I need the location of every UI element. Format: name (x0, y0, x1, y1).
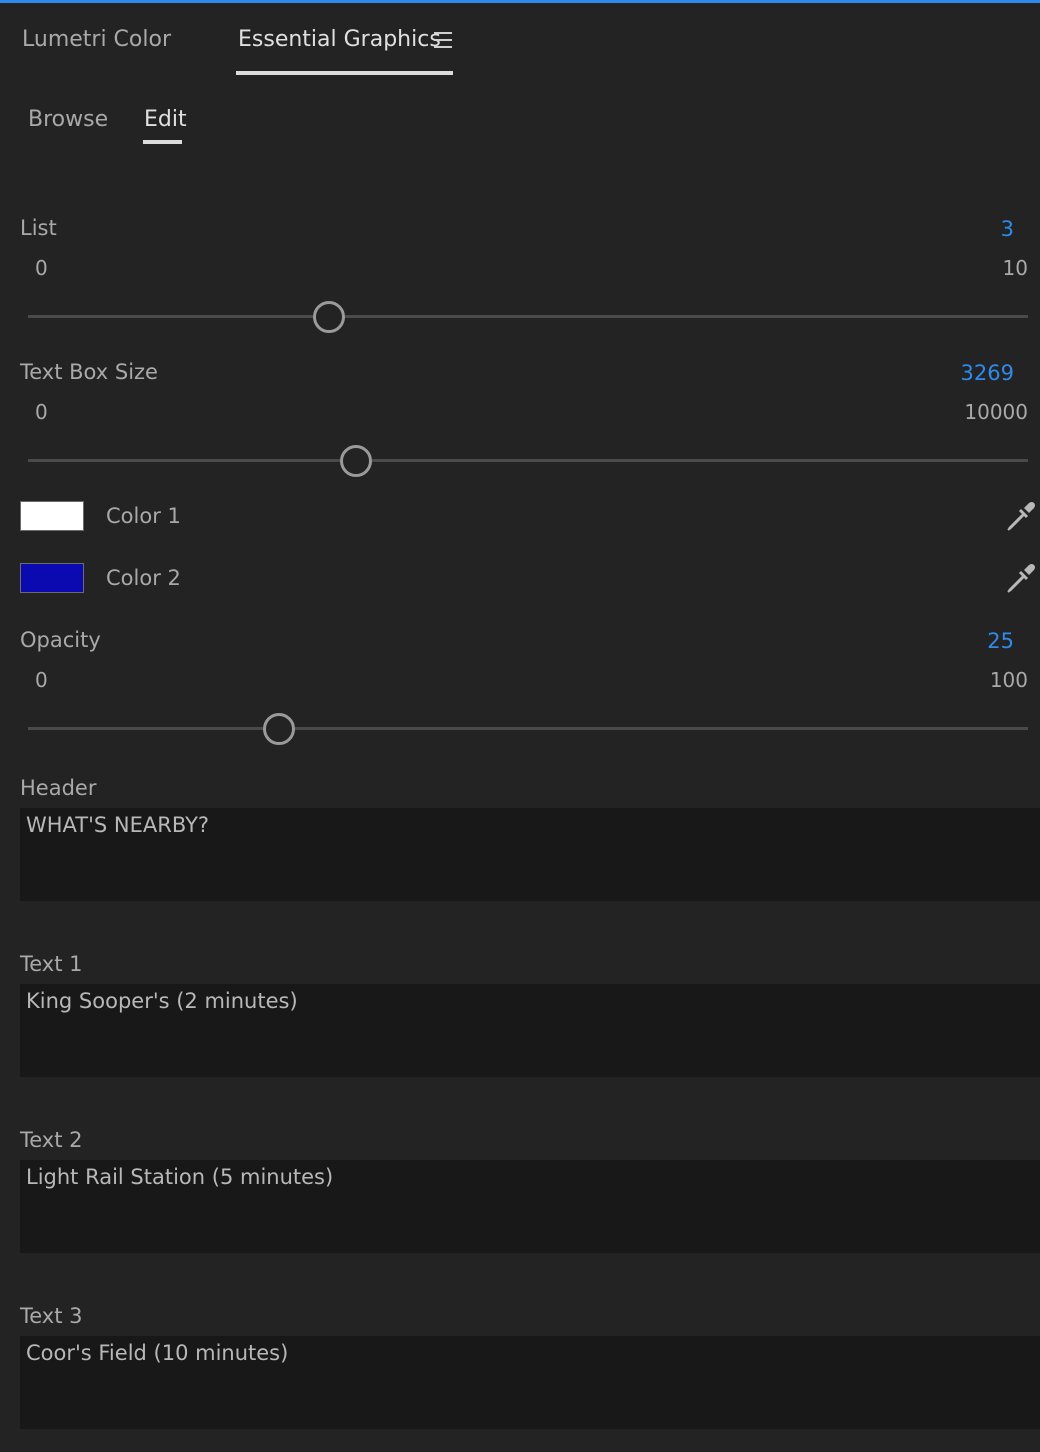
active-panel-tab-indicator (236, 71, 453, 75)
text-1-label: Text 1 (20, 952, 83, 976)
list-slider-thumb[interactable] (313, 301, 345, 333)
color-1-label: Color 1 (106, 504, 181, 528)
color-2-swatch[interactable] (20, 563, 84, 593)
list-max: 10 (1002, 256, 1028, 280)
tab-edit[interactable]: Edit (144, 106, 187, 134)
text-box-size-slider[interactable] (28, 441, 1028, 481)
list-slider[interactable] (28, 297, 1028, 337)
tab-essential-graphics[interactable]: Essential Graphics (238, 26, 441, 54)
text-box-size-value[interactable]: 3269 (961, 360, 1014, 386)
panel-top-highlight (0, 0, 1040, 3)
text-2-field[interactable]: Light Rail Station (5 minutes) (20, 1160, 1040, 1253)
text-3-label: Text 3 (20, 1304, 83, 1328)
header-label: Header (20, 776, 97, 800)
hamburger-menu-icon[interactable] (434, 32, 452, 50)
text-3-field[interactable]: Coor's Field (10 minutes) (20, 1336, 1040, 1429)
text-box-size-slider-thumb[interactable] (339, 445, 372, 477)
color-1-eyedropper-icon[interactable] (1004, 499, 1038, 533)
text-box-size-min: 0 (35, 400, 48, 424)
text-box-size-slider-track (28, 459, 1028, 462)
opacity-slider-thumb[interactable] (263, 713, 295, 745)
opacity-max: 100 (989, 668, 1028, 692)
header-text-field[interactable]: WHAT'S NEARBY? (20, 808, 1040, 901)
list-slider-track (28, 315, 1028, 318)
color-1-swatch[interactable] (20, 501, 84, 531)
opacity-min: 0 (35, 668, 48, 692)
tab-lumetri-color[interactable]: Lumetri Color (22, 26, 171, 54)
list-value[interactable]: 3 (1001, 216, 1014, 242)
color-2-label: Color 2 (106, 566, 181, 590)
text-box-size-label: Text Box Size (20, 360, 158, 384)
opacity-label: Opacity (20, 628, 101, 652)
opacity-value[interactable]: 25 (987, 628, 1014, 654)
list-label: List (20, 216, 57, 240)
opacity-slider-track (28, 727, 1028, 730)
text-2-label: Text 2 (20, 1128, 83, 1152)
list-min: 0 (35, 256, 48, 280)
tab-browse[interactable]: Browse (28, 106, 108, 134)
text-box-size-max: 10000 (964, 400, 1028, 424)
active-sub-tab-indicator (143, 140, 182, 144)
text-1-field[interactable]: King Sooper's (2 minutes) (20, 984, 1040, 1077)
color-2-eyedropper-icon[interactable] (1004, 561, 1038, 595)
opacity-slider[interactable] (28, 709, 1028, 749)
